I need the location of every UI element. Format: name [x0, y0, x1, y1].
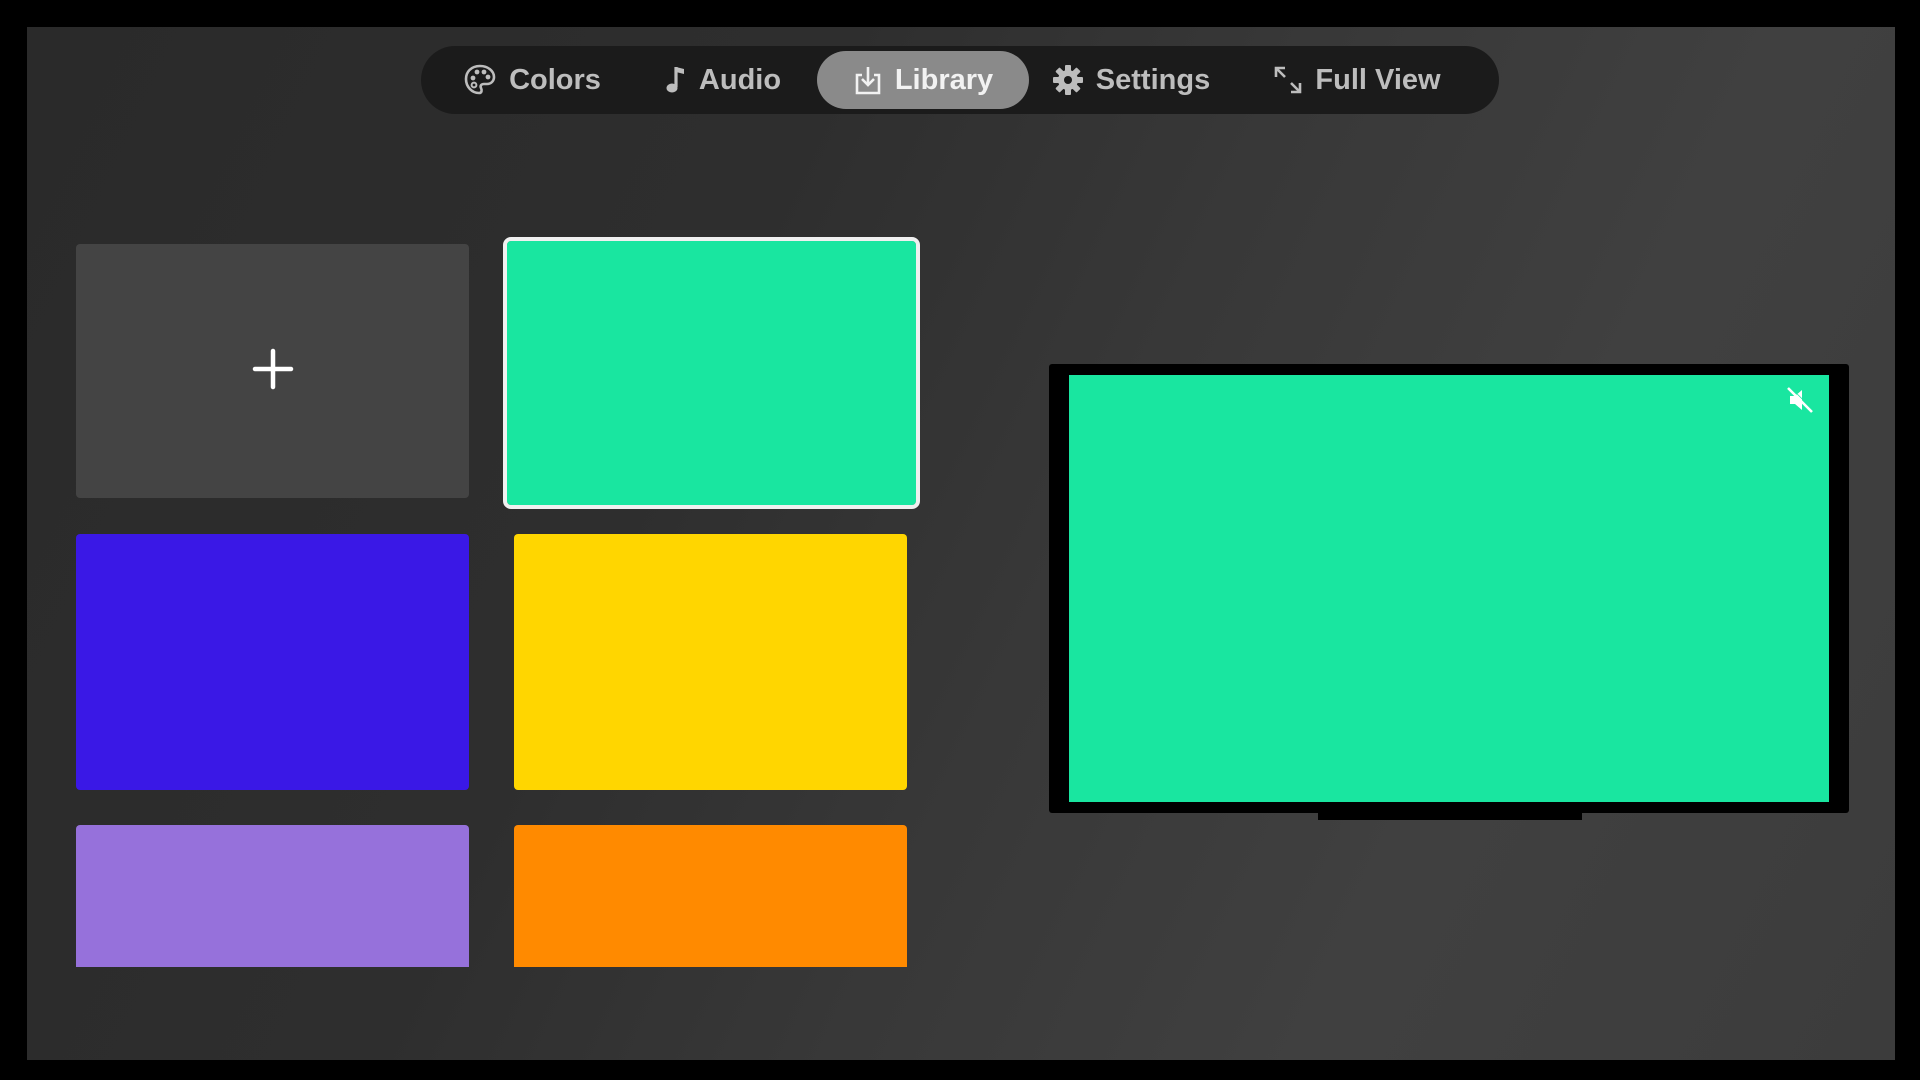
plus-icon	[252, 348, 294, 395]
preview-monitor	[1049, 364, 1849, 813]
nav-item-full-view[interactable]: Full View	[1257, 51, 1457, 109]
palette-icon	[463, 63, 497, 97]
color-tile[interactable]	[514, 534, 907, 790]
color-tile[interactable]	[76, 825, 469, 967]
nav-item-library[interactable]: Library	[817, 51, 1029, 109]
nav-label-settings: Settings	[1095, 63, 1211, 96]
monitor-stand	[1318, 811, 1582, 820]
expand-icon	[1273, 65, 1303, 95]
color-tile[interactable]	[76, 534, 469, 790]
nav-label-colors: Colors	[509, 63, 601, 96]
nav-item-settings[interactable]: Settings	[1047, 51, 1215, 109]
music-note-icon	[665, 64, 687, 96]
download-icon	[853, 64, 883, 96]
add-color-button[interactable]	[76, 244, 469, 498]
nav-item-audio[interactable]: Audio	[658, 51, 788, 109]
nav-item-colors[interactable]: Colors	[457, 51, 607, 109]
nav-label-audio: Audio	[698, 63, 782, 96]
gear-icon	[1052, 64, 1084, 96]
nav-label-full-view: Full View	[1315, 63, 1441, 96]
muted-speaker-icon[interactable]	[1785, 385, 1815, 415]
top-nav-bar: Colors Audio Library Settings Full View	[421, 46, 1499, 114]
preview-screen	[1069, 375, 1829, 802]
nav-label-library: Library	[894, 63, 994, 96]
app-frame: Colors Audio Library Settings Full View	[27, 27, 1895, 1060]
color-tile[interactable]	[514, 825, 907, 967]
selection-outline	[503, 237, 920, 509]
